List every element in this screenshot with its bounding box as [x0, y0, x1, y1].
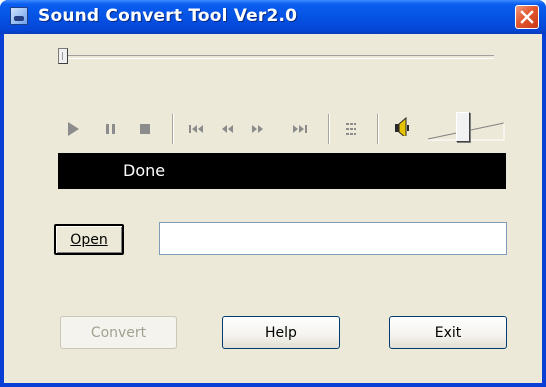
close-button[interactable] [515, 5, 539, 29]
toolbar-separator [377, 114, 379, 144]
seek-track[interactable] [58, 55, 494, 59]
app-icon [10, 7, 28, 25]
exit-button[interactable]: Exit [389, 316, 507, 349]
playlist-icon[interactable] [344, 119, 358, 139]
toolbar-separator [172, 114, 174, 144]
exit-button-label: Exit [434, 324, 462, 341]
open-button[interactable]: Open [54, 224, 124, 255]
fast-forward-icon[interactable] [250, 119, 266, 139]
status-display: Done [58, 153, 506, 189]
status-text: Done [123, 161, 166, 180]
title-bar[interactable]: Sound Convert Tool Ver2.0 [0, 0, 546, 34]
volume-slider-thumb[interactable] [456, 112, 470, 142]
close-icon [520, 10, 534, 24]
window-title: Sound Convert Tool Ver2.0 [38, 6, 298, 26]
play-icon[interactable] [66, 119, 80, 139]
help-button[interactable]: Help [222, 316, 340, 349]
rewind-icon[interactable] [219, 119, 235, 139]
toolbar-separator [328, 114, 330, 144]
help-button-label: Help [265, 324, 297, 341]
convert-button[interactable]: Convert [60, 316, 177, 349]
seek-slider-thumb[interactable] [58, 48, 68, 64]
skip-forward-icon[interactable] [292, 119, 310, 139]
stop-icon[interactable] [138, 119, 152, 139]
open-button-label: Open [70, 231, 108, 248]
convert-button-label: Convert [90, 324, 147, 341]
pause-icon[interactable] [104, 119, 118, 139]
skip-back-icon[interactable] [188, 119, 204, 139]
file-path-input[interactable] [159, 222, 507, 255]
speaker-icon[interactable] [393, 116, 411, 136]
